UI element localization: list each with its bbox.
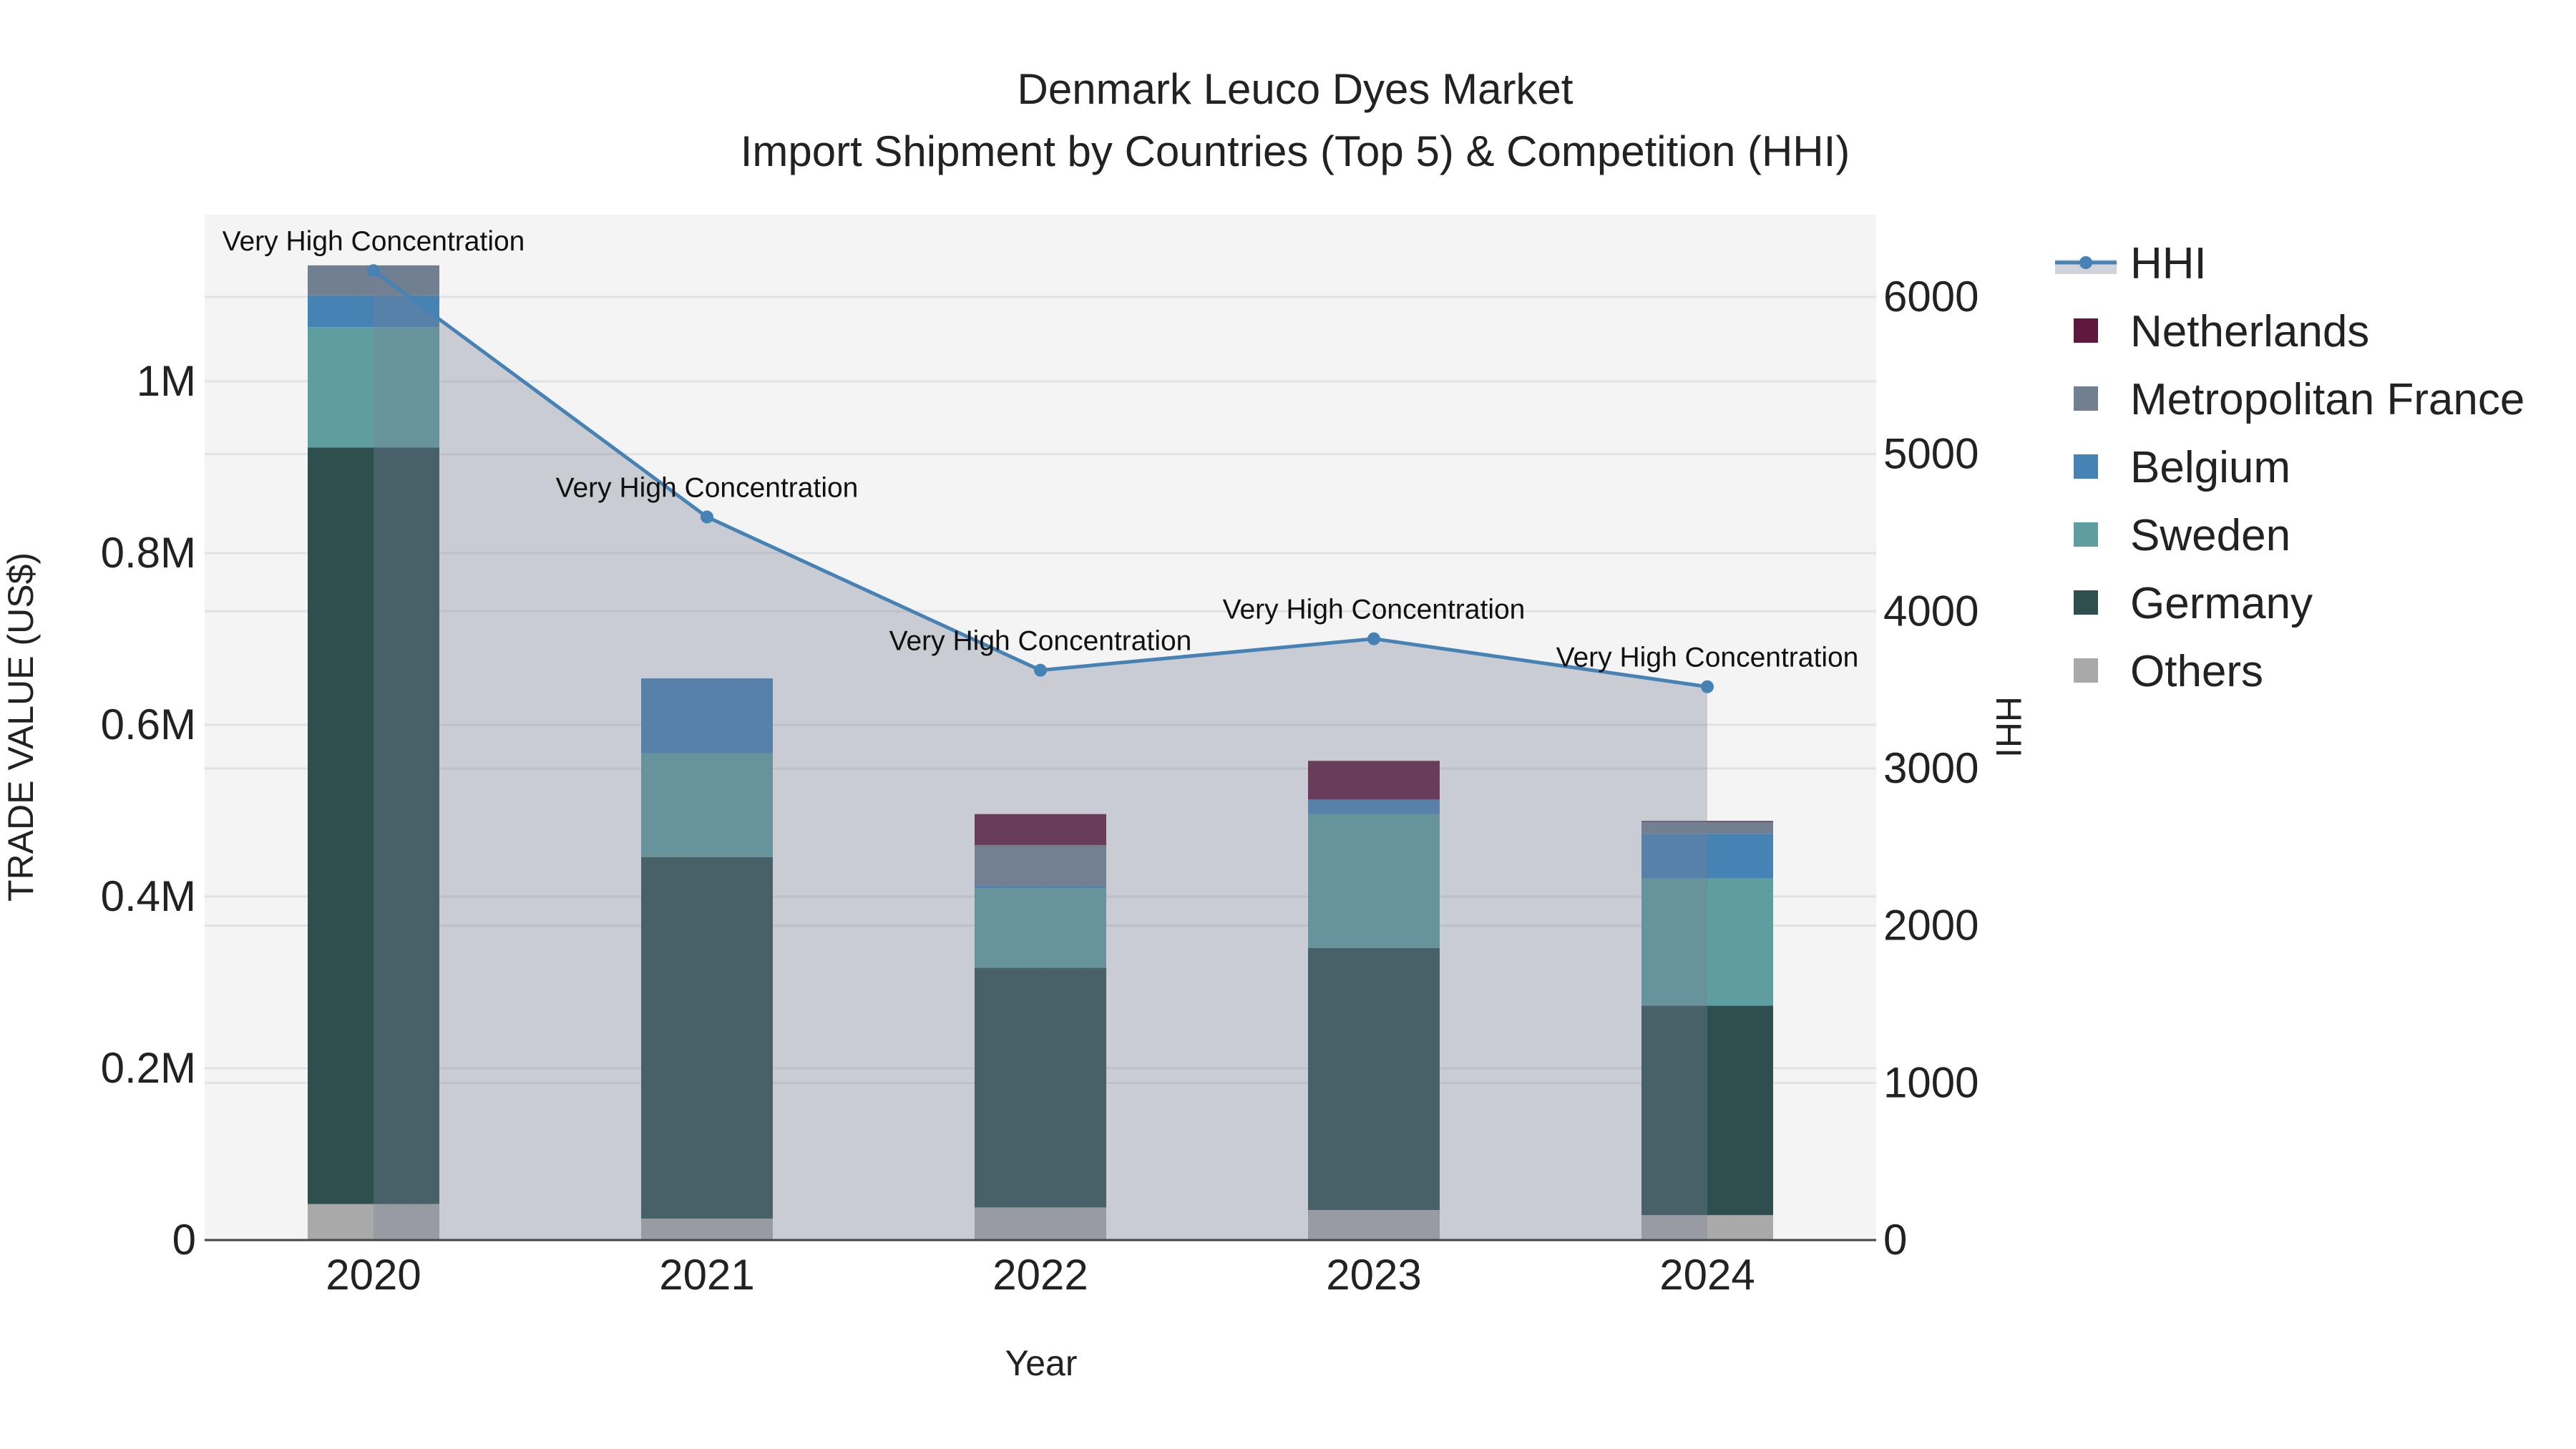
y-tick-label: 0.4M — [101, 872, 196, 920]
x-axis-ticks: 2020 2021 2022 2023 2024 — [326, 1251, 1755, 1299]
legend-swatch — [2074, 522, 2098, 547]
legend-label: HHI — [2130, 239, 2207, 288]
legend-label: Others — [2130, 647, 2263, 696]
legend-swatch — [2074, 590, 2098, 615]
hhi-annotation: Very High Concentration — [1223, 595, 1526, 625]
hhi-annotation: Very High Concentration — [223, 226, 525, 257]
y-axis-title: TRADE VALUE (US$) — [1, 552, 41, 902]
x-tick-label: 2023 — [1326, 1251, 1421, 1299]
legend: HHI Netherlands Metropolitan France Belgium… — [2055, 239, 2524, 696]
legend-swatch — [2074, 386, 2098, 411]
x-tick-label: 2024 — [1659, 1251, 1755, 1299]
hhi-marker — [1367, 632, 1380, 645]
hhi-annotation: Very High Concentration — [889, 626, 1192, 657]
y2-axis-ticks: 0 1000 2000 3000 4000 5000 6000 — [1883, 273, 1979, 1264]
y2-axis-title: HHI — [1989, 696, 2029, 758]
y-tick-label: 0.2M — [101, 1044, 196, 1092]
legend-label: Netherlands — [2130, 307, 2369, 356]
y2-tick-label: 4000 — [1883, 587, 1979, 635]
x-axis-title: Year — [1005, 1343, 1077, 1383]
y-tick-label: 0.6M — [101, 701, 196, 748]
y2-tick-label: 3000 — [1883, 744, 1979, 792]
x-tick-label: 2020 — [326, 1251, 421, 1299]
x-tick-label: 2022 — [992, 1251, 1088, 1299]
legend-swatch — [2074, 658, 2098, 683]
y2-tick-label: 2000 — [1883, 902, 1979, 950]
y2-tick-label: 6000 — [1883, 273, 1979, 321]
y-tick-label: 0.8M — [101, 529, 196, 577]
legend-label: Metropolitan France — [2130, 375, 2524, 424]
y2-tick-label: 0 — [1883, 1216, 1907, 1264]
legend-swatch — [2074, 318, 2098, 343]
hhi-marker — [701, 510, 713, 524]
hhi-marker — [1701, 680, 1714, 693]
legend-label: Sweden — [2130, 511, 2290, 560]
legend-swatch — [2074, 454, 2098, 479]
y2-tick-label: 5000 — [1883, 430, 1979, 478]
chart-title: Denmark Leuco Dyes Market — [1018, 65, 1574, 113]
y-tick-label: 1M — [137, 357, 196, 405]
legend-hhi-marker — [2079, 256, 2092, 269]
hhi-marker — [1034, 663, 1047, 677]
legend-label: Germany — [2130, 579, 2313, 628]
chart: Denmark Leuco Dyes Market Import Shipmen… — [1, 65, 2524, 1383]
hhi-annotation: Very High Concentration — [1556, 643, 1859, 673]
chart-subtitle: Import Shipment by Countries (Top 5) & C… — [741, 127, 1850, 175]
y-tick-label: 0 — [172, 1216, 196, 1264]
y-axis-ticks: 0 0.2M 0.4M 0.6M 0.8M 1M — [101, 357, 196, 1264]
hhi-annotation: Very High Concentration — [556, 472, 859, 503]
legend-label: Belgium — [2130, 443, 2290, 492]
hhi-marker — [367, 264, 380, 278]
x-tick-label: 2021 — [659, 1251, 754, 1299]
y2-tick-label: 1000 — [1883, 1058, 1979, 1106]
